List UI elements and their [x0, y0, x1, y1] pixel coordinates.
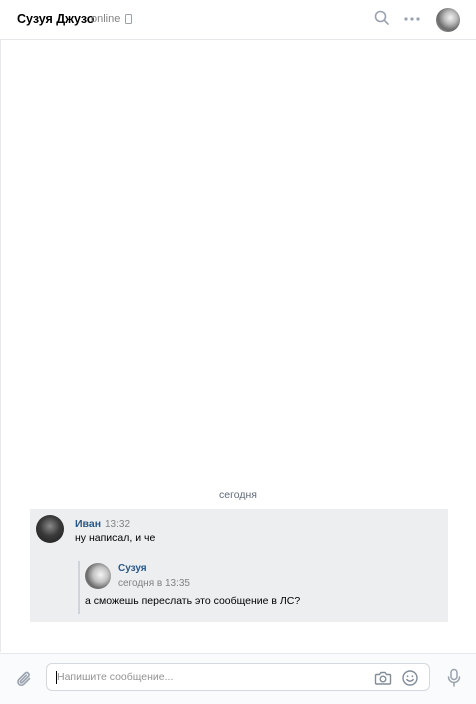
online-status: online	[91, 13, 121, 25]
message-composer	[0, 653, 476, 704]
chat-title[interactable]: Сузуя Джузо	[17, 12, 94, 26]
forwarded-time[interactable]: сегодня в 13:35	[118, 578, 190, 589]
message-text: ну написал, и че	[75, 532, 156, 544]
day-separator: сегодня	[219, 489, 257, 501]
mic-icon[interactable]	[446, 668, 462, 693]
message-item[interactable]: Иван 13:32 ну написал, и че Сузуя сегодн…	[30, 509, 448, 622]
more-icon[interactable]	[403, 11, 421, 32]
message-input-box[interactable]	[46, 663, 430, 691]
message-author[interactable]: Иван	[75, 518, 101, 530]
attach-icon[interactable]	[15, 669, 35, 694]
camera-icon[interactable]	[374, 670, 392, 691]
forwarded-line	[78, 561, 80, 614]
divider	[0, 40, 1, 652]
chat-header: Сузуя Джузо online	[0, 0, 476, 40]
header-avatar[interactable]	[436, 8, 460, 32]
forwarded-text: а сможешь переслать это сообщение в ЛС?	[85, 595, 301, 607]
forwarded-author[interactable]: Сузуя	[118, 563, 147, 574]
message-time[interactable]: 13:32	[105, 519, 130, 530]
search-icon[interactable]	[374, 10, 390, 31]
smile-icon[interactable]	[401, 669, 419, 692]
avatar[interactable]	[36, 515, 64, 543]
forwarded-avatar[interactable]	[85, 563, 111, 589]
message-input[interactable]	[57, 664, 357, 690]
phone-icon	[125, 14, 132, 24]
